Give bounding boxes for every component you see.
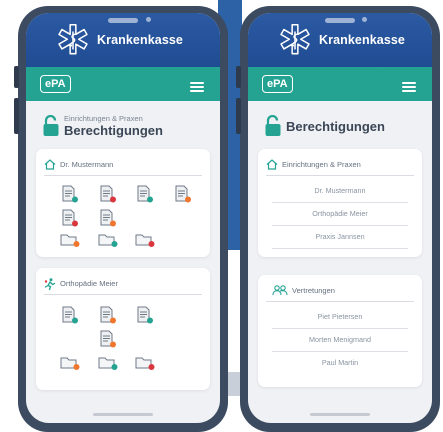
- phone-side-button: [236, 66, 241, 88]
- divider: [266, 301, 414, 302]
- divider: [44, 294, 202, 295]
- hamburger-menu-icon[interactable]: [402, 82, 416, 94]
- page-title: Berechtigungen: [286, 118, 385, 134]
- representative-item[interactable]: Morten Menigmand: [258, 329, 422, 351]
- card-header: Vertretungen: [258, 275, 422, 297]
- page-title-row: Berechtigungen: [248, 101, 432, 141]
- card-label: Dr. Mustermann: [60, 160, 114, 169]
- camera-dot: [362, 17, 368, 22]
- camera-dot: [146, 17, 152, 22]
- document-teal-badge-icon[interactable]: [137, 185, 153, 203]
- institution-item[interactable]: Praxis Jannsen: [258, 226, 422, 248]
- star-of-life-logo-icon: [280, 24, 310, 55]
- home-indicator: [310, 413, 370, 416]
- epa-badge[interactable]: ePA: [40, 75, 71, 93]
- phone-right: Krankenkasse ePA Berechtigungen Einricht…: [236, 6, 440, 432]
- app-header: Krankenkasse: [26, 13, 220, 67]
- document-orange-badge-icon[interactable]: [100, 209, 116, 227]
- phone-side-button: [14, 66, 19, 88]
- document-red-badge-icon[interactable]: [100, 185, 116, 203]
- section-label: Vertretungen: [292, 286, 335, 295]
- permission-card-dr-mustermann[interactable]: Dr. Mustermann: [36, 149, 210, 257]
- phone-left: Krankenkasse ePA Einrichtungen & Praxen …: [14, 6, 228, 432]
- card-header: Orthopädie Meier: [36, 268, 210, 290]
- representatives-card: Vertretungen Piet Pietersen Morten Menig…: [258, 275, 422, 387]
- page-title: Berechtigungen: [64, 123, 163, 138]
- folder-teal-badge-icon[interactable]: [98, 356, 118, 370]
- document-teal-badge-icon[interactable]: [137, 306, 153, 324]
- app-header: Krankenkasse: [248, 13, 432, 67]
- home-indicator: [93, 413, 153, 416]
- speaker-notch: [325, 18, 355, 23]
- home-icon: [44, 159, 56, 170]
- folder-red-badge-icon[interactable]: [135, 356, 155, 370]
- runner-icon: [44, 277, 56, 290]
- document-orange-badge-icon[interactable]: [175, 185, 191, 203]
- card-header: Einrichtungen & Praxen: [258, 149, 422, 171]
- representative-item[interactable]: Paul Martin: [258, 352, 422, 374]
- screen-right: Krankenkasse ePA Berechtigungen Einricht…: [248, 13, 432, 423]
- document-orange-badge-icon[interactable]: [100, 330, 116, 348]
- page-subtitle: Einrichtungen & Praxen: [64, 114, 143, 123]
- representative-item[interactable]: Piet Pietersen: [258, 306, 422, 328]
- sub-toolbar: ePA: [26, 67, 220, 101]
- card-header: Dr. Mustermann: [36, 149, 210, 171]
- document-teal-badge-icon[interactable]: [62, 185, 78, 203]
- speaker-notch: [108, 18, 138, 23]
- page-title-row: Einrichtungen & Praxen Berechtigungen: [26, 101, 220, 141]
- phone-side-button: [14, 98, 19, 134]
- document-orange-badge-icon[interactable]: [100, 306, 116, 324]
- home-icon: [266, 159, 278, 170]
- institution-item[interactable]: Orthopädie Meier: [258, 203, 422, 225]
- hamburger-menu-icon[interactable]: [190, 82, 204, 94]
- divider: [266, 175, 414, 176]
- folder-orange-badge-icon[interactable]: [60, 233, 80, 247]
- card-label: Orthopädie Meier: [60, 279, 118, 288]
- document-teal-badge-icon[interactable]: [62, 306, 78, 324]
- divider: [44, 175, 202, 176]
- sub-toolbar: ePA: [248, 67, 432, 101]
- folder-red-badge-icon[interactable]: [135, 233, 155, 247]
- institution-item[interactable]: Dr. Mustermann: [258, 180, 422, 202]
- document-red-badge-icon[interactable]: [62, 209, 78, 227]
- folder-teal-badge-icon[interactable]: [98, 233, 118, 247]
- screen-left: Krankenkasse ePA Einrichtungen & Praxen …: [26, 13, 220, 423]
- unlocked-padlock-icon: [43, 115, 59, 136]
- section-label: Einrichtungen & Praxen: [282, 160, 361, 169]
- people-icon: [272, 285, 288, 296]
- epa-badge[interactable]: ePA: [262, 75, 293, 93]
- unlocked-padlock-icon: [265, 115, 281, 136]
- folder-orange-badge-icon[interactable]: [60, 356, 80, 370]
- star-of-life-logo-icon: [58, 24, 88, 55]
- brand-name: Krankenkasse: [319, 33, 405, 47]
- divider: [272, 248, 408, 249]
- brand-name: Krankenkasse: [97, 33, 183, 47]
- phone-side-button: [236, 98, 241, 134]
- permission-card-orthopaedie-meier[interactable]: Orthopädie Meier: [36, 268, 210, 390]
- institutions-card: Einrichtungen & Praxen Dr. Mustermann Or…: [258, 149, 422, 257]
